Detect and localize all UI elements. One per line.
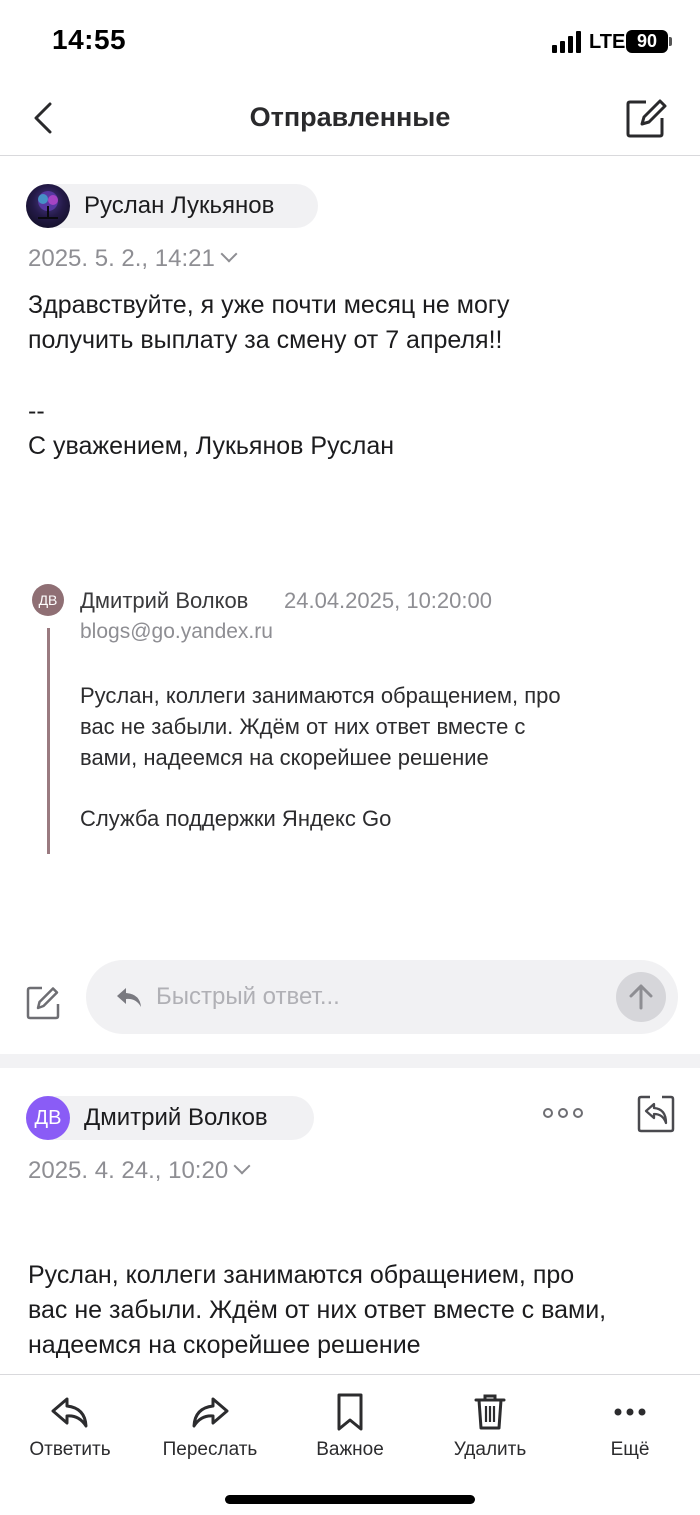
delete-label: Удалить <box>453 1439 527 1460</box>
tree-icon <box>38 191 58 219</box>
quote-sender: Дмитрий Волков <box>80 588 249 613</box>
send-button[interactable] <box>616 972 666 1022</box>
message-body-line: получить выплату за смену от 7 апреля!! <box>28 326 503 354</box>
arrow-up-icon <box>629 984 653 1010</box>
signal-icon <box>552 31 582 53</box>
sender-name: Дмитрий Волков <box>84 1104 268 1131</box>
quick-reply-input[interactable] <box>156 980 596 1014</box>
reply-icon <box>51 1397 88 1428</box>
avatar: ДВ <box>26 1096 70 1140</box>
chevron-down-icon <box>233 1157 251 1175</box>
battery-icon: 90 <box>626 30 672 53</box>
sender-chip[interactable]: ДВ Дмитрий Волков <box>26 1096 314 1140</box>
reply-action-button[interactable]: Ответить <box>0 1391 140 1461</box>
message-body-line: Руслан, коллеги занимаются обращением, п… <box>28 1261 575 1289</box>
quote-signature: Служба поддержки Яндекс Go <box>80 806 392 831</box>
avatar <box>26 184 70 228</box>
more-action-button[interactable]: Ещё <box>560 1391 700 1461</box>
sender-name: Руслан Лукьянов <box>84 192 275 219</box>
message-date-text: 2025. 4. 24., 10:20 <box>28 1157 229 1184</box>
quick-reply-bar <box>86 960 678 1034</box>
quote-email[interactable]: blogs@go.yandex.ru <box>80 620 273 644</box>
reply-label: Ответить <box>29 1439 111 1460</box>
home-indicator[interactable] <box>225 1495 475 1504</box>
forward-action-button[interactable]: Переслать <box>140 1391 280 1461</box>
quote-line: Руслан, коллеги занимаются обращением, п… <box>80 683 561 708</box>
message-date[interactable]: 2025. 4. 24., 10:20 <box>28 1157 251 1185</box>
nav-header: Отправленные <box>0 84 700 156</box>
reply-arrow-icon <box>117 988 141 1007</box>
quote-line: вас не забыли. Ждём от них ответ вместе … <box>80 714 526 739</box>
quote-avatar: ДВ <box>32 584 64 616</box>
chevron-down-icon <box>220 245 238 263</box>
signature-separator: -- <box>28 397 45 425</box>
page-title: Отправленные <box>249 102 451 132</box>
reply-box-icon <box>637 1095 675 1133</box>
bookmark-icon <box>337 1393 363 1431</box>
sender-chip[interactable]: Руслан Лукьянов <box>26 184 318 228</box>
quote-bar <box>47 628 50 854</box>
forward-label: Переслать <box>162 1439 258 1460</box>
compose-icon <box>626 99 667 138</box>
message-body-line: вас не забыли. Ждём от них ответ вместе … <box>28 1296 607 1324</box>
edit-icon <box>26 986 60 1020</box>
status-bar: 14:55 LTE 90 <box>0 0 700 84</box>
message-separator <box>0 1054 700 1068</box>
message-body-line: Здравствуйте, я уже почти месяц не могу <box>28 291 510 319</box>
delete-action-button[interactable]: Удалить <box>420 1391 560 1461</box>
quote-date: 24.04.2025, 10:20:00 <box>284 588 492 613</box>
network-label: LTE <box>589 31 626 53</box>
more-icon <box>614 1408 646 1416</box>
signature: С уважением, Лукьянов Руслан <box>28 432 395 460</box>
forward-icon <box>192 1397 229 1428</box>
message-date-text: 2025. 5. 2., 14:21 <box>28 245 215 272</box>
more-label: Ещё <box>610 1439 650 1460</box>
quote-line: вами, надеемся на скорейшее решение <box>80 745 489 770</box>
compose-button[interactable] <box>622 94 670 142</box>
message-body-line: надеемся на скорейшее решение <box>28 1331 421 1359</box>
trash-icon <box>474 1394 506 1430</box>
message-date[interactable]: 2025. 5. 2., 14:21 <box>28 245 238 273</box>
status-time: 14:55 <box>52 24 127 55</box>
more-options-button[interactable] <box>543 1100 587 1128</box>
edit-button[interactable] <box>26 982 62 1020</box>
bottom-toolbar: Ответить Переслать Важное Удалить Ещё <box>0 1374 700 1515</box>
important-action-button[interactable]: Важное <box>280 1391 420 1461</box>
important-label: Важное <box>316 1439 384 1460</box>
reply-button[interactable] <box>636 1094 676 1134</box>
